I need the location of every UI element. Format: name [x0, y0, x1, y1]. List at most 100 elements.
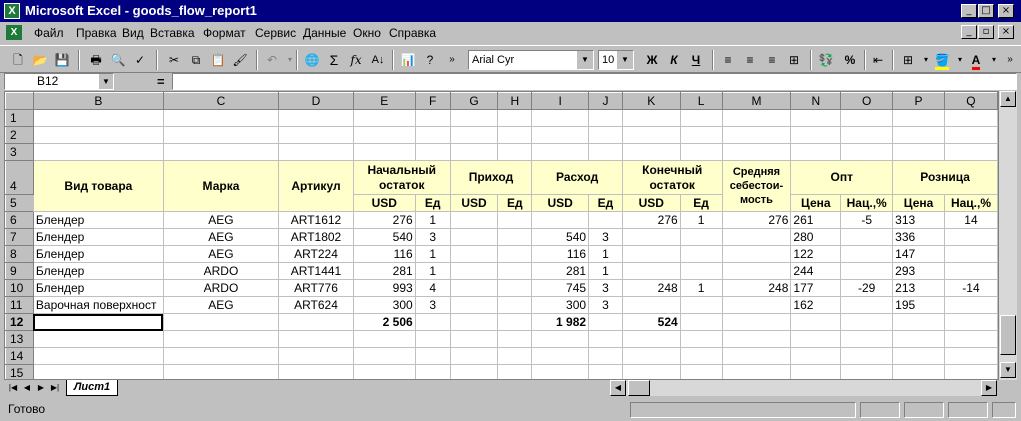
cell[interactable] — [621, 364, 681, 379]
cell[interactable] — [892, 330, 945, 348]
align-left-icon[interactable]: ≡ — [718, 50, 738, 70]
print-icon[interactable]: 🖶 — [86, 50, 106, 70]
percent-button[interactable]: % — [840, 50, 860, 70]
cell-opt-cena[interactable]: 261 — [790, 211, 842, 229]
cell-rashod-ed[interactable]: 1 — [588, 245, 623, 263]
row-header[interactable]: 6 — [5, 211, 34, 229]
header-opt[interactable]: Опт — [790, 160, 894, 195]
cell-nach-usd[interactable]: 993 — [352, 279, 416, 297]
header-usd[interactable]: USD — [531, 194, 590, 212]
cell[interactable] — [414, 143, 451, 161]
cell-rozn-cena[interactable]: 336 — [892, 228, 945, 246]
cell-artikul[interactable]: ART624 — [278, 296, 354, 314]
cell[interactable] — [278, 330, 354, 348]
excel-app-icon[interactable]: X — [4, 3, 20, 19]
cell[interactable] — [621, 126, 681, 144]
cell[interactable] — [531, 364, 590, 379]
cell-konech-ed[interactable] — [679, 262, 723, 280]
cell[interactable] — [679, 143, 723, 161]
merge-center-icon[interactable]: ⊞ — [784, 50, 804, 70]
cell[interactable] — [588, 109, 623, 127]
cell-rashod-ed[interactable]: 3 — [588, 296, 623, 314]
cell[interactable] — [352, 364, 416, 379]
menu-format[interactable]: Формат — [203, 26, 246, 40]
cell[interactable] — [840, 347, 894, 365]
cell[interactable] — [790, 330, 842, 348]
cell-marka[interactable]: AEG — [162, 211, 280, 229]
cell-prihod-ed[interactable] — [497, 228, 533, 246]
cell-sredn[interactable] — [721, 245, 792, 263]
next-sheet-icon[interactable]: ▶ — [34, 381, 48, 395]
cell[interactable] — [721, 109, 792, 127]
cell[interactable] — [497, 126, 533, 144]
cell[interactable] — [790, 109, 842, 127]
selected-cell-b12[interactable] — [32, 313, 164, 331]
doc-restore-button[interactable]: ▫ — [978, 25, 994, 39]
save-icon[interactable]: 💾 — [52, 50, 72, 70]
column-header[interactable]: N — [790, 92, 842, 110]
cell-konech-usd[interactable]: 276 — [621, 211, 681, 229]
row-header[interactable]: 9 — [5, 262, 34, 280]
cell[interactable] — [278, 313, 354, 331]
total-rashod-usd[interactable]: 1 982 — [531, 313, 590, 331]
select-all-corner[interactable] — [5, 92, 34, 110]
name-box[interactable]: B12 ▼ — [4, 73, 114, 90]
more-buttons-icon[interactable]: » — [1000, 50, 1020, 70]
header-rashod[interactable]: Расход — [531, 160, 623, 195]
cell[interactable] — [943, 109, 998, 127]
font-name-select[interactable]: Arial Cyr ▼ — [468, 50, 594, 70]
cell[interactable] — [679, 364, 723, 379]
cell[interactable] — [449, 126, 499, 144]
cell-sredn[interactable] — [721, 228, 792, 246]
cell[interactable] — [449, 330, 499, 348]
cell[interactable] — [32, 109, 164, 127]
cell[interactable] — [32, 143, 164, 161]
cell-opt-nac[interactable] — [840, 262, 894, 280]
row-header[interactable]: 8 — [5, 245, 34, 263]
cell-vid[interactable]: Блендер — [32, 262, 164, 280]
cell-rozn-cena[interactable]: 313 — [892, 211, 945, 229]
header-nachalny-ostatok[interactable]: Начальный остаток — [352, 160, 451, 195]
cell-konech-ed[interactable] — [679, 228, 723, 246]
cell-konech-usd[interactable] — [621, 228, 681, 246]
cell[interactable] — [840, 143, 894, 161]
cell[interactable] — [162, 313, 280, 331]
minimize-button[interactable]: _ — [961, 4, 977, 18]
cell-konech-usd[interactable]: 248 — [621, 279, 681, 297]
cell[interactable] — [32, 330, 164, 348]
cell[interactable] — [449, 313, 499, 331]
column-header[interactable]: J — [588, 92, 623, 110]
menu-help[interactable]: Справка — [389, 26, 436, 40]
cell[interactable] — [943, 126, 998, 144]
cell-prihod-usd[interactable] — [449, 262, 499, 280]
header-ed[interactable]: Ед — [588, 194, 623, 212]
cell-marka[interactable]: ARDO — [162, 262, 280, 280]
menu-tools[interactable]: Сервис — [255, 26, 296, 40]
cell-sredn[interactable] — [721, 262, 792, 280]
column-header[interactable]: D — [278, 92, 354, 110]
cell[interactable] — [892, 109, 945, 127]
row-header[interactable]: 3 — [5, 143, 34, 161]
cell-artikul[interactable]: ART776 — [278, 279, 354, 297]
column-header[interactable]: B — [32, 92, 164, 110]
cell[interactable] — [414, 313, 451, 331]
cell-rozn-cena[interactable]: 213 — [892, 279, 945, 297]
cell-rozn-nac[interactable] — [943, 228, 998, 246]
cell[interactable] — [162, 126, 280, 144]
cell[interactable] — [497, 109, 533, 127]
cell[interactable] — [531, 126, 590, 144]
cell[interactable] — [679, 330, 723, 348]
cell-prihod-usd[interactable] — [449, 211, 499, 229]
cell[interactable] — [531, 330, 590, 348]
cell[interactable] — [278, 347, 354, 365]
cell-opt-nac[interactable]: -5 — [840, 211, 894, 229]
header-vid-tovara[interactable]: Вид товара — [32, 160, 164, 212]
cell[interactable] — [531, 347, 590, 365]
help-icon[interactable]: ? — [420, 50, 440, 70]
menu-insert[interactable]: Вставка — [150, 26, 195, 40]
cell[interactable] — [943, 143, 998, 161]
row-header[interactable]: 11 — [5, 296, 34, 314]
cell[interactable] — [497, 313, 533, 331]
cell[interactable] — [162, 364, 280, 379]
cell-konech-ed[interactable] — [679, 245, 723, 263]
